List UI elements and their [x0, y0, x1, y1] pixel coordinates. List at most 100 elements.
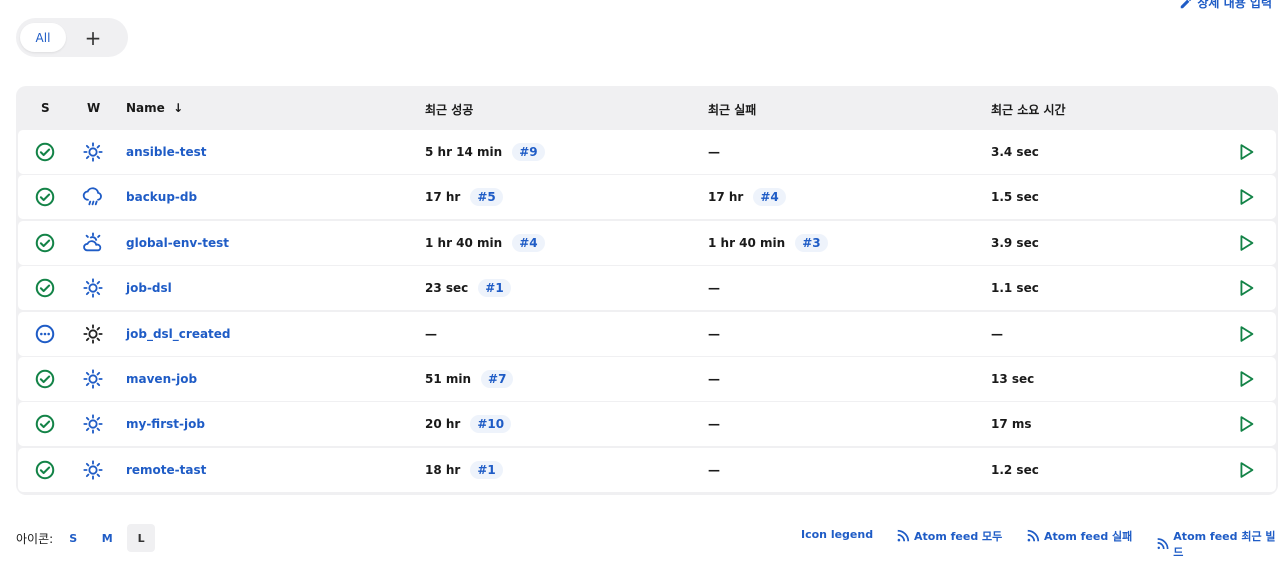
last-failure-cell: 17 hr #4 [708, 175, 786, 219]
icon-legend-link[interactable]: Icon legend [801, 528, 873, 541]
weather-sunny-icon [82, 130, 104, 174]
edit-description-label: 상세 내용 입력 [1197, 0, 1272, 10]
last-success-time: 18 hr [425, 462, 461, 477]
column-status[interactable]: S [41, 101, 50, 115]
icon-size-m[interactable]: M [93, 524, 121, 552]
edit-description-link[interactable]: 상세 내용 입력 [1179, 0, 1272, 11]
build-number-link[interactable]: #10 [470, 415, 512, 434]
weather-sunny-icon [82, 448, 104, 492]
status-not-built-icon [34, 312, 56, 356]
last-duration: 13 sec [991, 371, 1035, 386]
weather-sunny-dark-icon [82, 312, 104, 356]
last-duration: 3.4 sec [991, 145, 1039, 159]
job-name-link[interactable]: maven-job [126, 357, 197, 401]
run-build-icon[interactable] [1235, 266, 1257, 310]
column-last-failure[interactable]: 최근 실패 [708, 101, 756, 118]
job-name-link[interactable]: job_dsl_created [126, 312, 231, 356]
run-build-icon[interactable] [1235, 175, 1257, 219]
build-number-link[interactable]: #7 [481, 369, 514, 388]
atom-feed-latest-link[interactable]: Atom feed 최근 빌드 [1156, 528, 1280, 560]
build-number-link[interactable]: #3 [795, 233, 828, 252]
weather-sunny-icon [82, 402, 104, 446]
build-number-link[interactable]: #4 [753, 188, 786, 207]
build-number-link[interactable]: #1 [478, 279, 511, 298]
last-duration: — [991, 326, 1003, 341]
last-failure-time: — [708, 145, 720, 159]
build-number-link[interactable]: #1 [470, 460, 503, 479]
last-failure-cell: — [708, 312, 720, 356]
job-name-link[interactable]: backup-db [126, 175, 197, 219]
last-success-cell: 1 hr 40 min #4 [425, 221, 545, 265]
weather-partly-cloudy-icon [82, 221, 104, 265]
icon-size-label: 아이콘: [16, 531, 54, 546]
tab-all[interactable]: All [20, 23, 66, 52]
last-success-cell: 20 hr #10 [425, 402, 512, 446]
last-success-time: 1 hr 40 min [425, 235, 503, 250]
last-failure-cell: — [708, 266, 720, 310]
column-last-duration[interactable]: 최근 소요 시간 [991, 101, 1066, 118]
run-build-icon[interactable] [1235, 448, 1257, 492]
atom-feed-fail-link[interactable]: Atom feed 실패 [1026, 528, 1132, 544]
column-name[interactable]: Name ↓ [126, 101, 183, 115]
table-body: ansible-test 5 hr 14 min #9 — 3.4 sec backup-… [18, 130, 1276, 493]
build-number-link[interactable]: #9 [512, 143, 545, 161]
table-row: job-dsl 23 sec #1 — 1.1 sec [18, 266, 1276, 311]
atom-feed-latest-label: Atom feed 최근 빌드 [1173, 530, 1276, 559]
table-row: global-env-test 1 hr 40 min #4 1 hr 40 min #… [18, 220, 1276, 265]
run-build-icon[interactable] [1235, 402, 1257, 446]
last-failure-time: — [708, 371, 720, 386]
table-row: remote-tast 18 hr #1 — 1.2 sec [18, 447, 1276, 492]
last-failure-time: — [708, 326, 720, 341]
last-duration: 1.1 sec [991, 281, 1039, 296]
job-name-link[interactable]: global-env-test [126, 221, 229, 265]
last-success-cell: 23 sec #1 [425, 266, 511, 310]
add-view-button[interactable]: + [78, 23, 108, 53]
table-row: ansible-test 5 hr 14 min #9 — 3.4 sec [18, 130, 1276, 174]
run-build-icon[interactable] [1235, 130, 1257, 174]
status-success-icon [34, 266, 56, 310]
run-build-icon[interactable] [1235, 312, 1257, 356]
status-success-icon [34, 130, 56, 174]
table-header: S W Name ↓ 최근 성공 최근 실패 최근 소요 시간 [16, 86, 1278, 130]
status-success-icon [34, 402, 56, 446]
last-failure-time: — [708, 281, 720, 296]
column-name-label: Name [126, 101, 165, 115]
status-success-icon [34, 175, 56, 219]
rss-icon [1027, 529, 1040, 542]
last-failure-time: — [708, 417, 720, 432]
job-name-link[interactable]: my-first-job [126, 402, 205, 446]
table-row: my-first-job 20 hr #10 — 17 ms [18, 402, 1276, 447]
run-build-icon[interactable] [1235, 357, 1257, 401]
last-failure-cell: — [708, 402, 720, 446]
last-success-time: — [425, 326, 437, 341]
last-duration: 17 ms [991, 417, 1032, 432]
atom-feed-all-label: Atom feed 모두 [914, 530, 1003, 543]
table-row: job_dsl_created — — — [18, 311, 1276, 356]
job-name-link[interactable]: ansible-test [126, 130, 206, 174]
last-success-cell: 5 hr 14 min #9 [425, 130, 545, 174]
weather-sunny-icon [82, 357, 104, 401]
run-build-icon[interactable] [1235, 221, 1257, 265]
status-success-icon [34, 357, 56, 401]
job-name-link[interactable]: remote-tast [126, 448, 206, 492]
icon-size-l[interactable]: L [127, 524, 156, 552]
atom-feed-fail-label: Atom feed 실패 [1044, 530, 1133, 543]
atom-feed-all-link[interactable]: Atom feed 모두 [896, 528, 1002, 544]
last-success-time: 51 min [425, 371, 472, 386]
last-duration: 1.2 sec [991, 462, 1039, 477]
last-success-cell: 51 min #7 [425, 357, 514, 401]
last-success-time: 20 hr [425, 417, 461, 432]
job-name-link[interactable]: job-dsl [126, 266, 172, 310]
column-weather[interactable]: W [87, 101, 100, 115]
icon-size-s[interactable]: S [59, 524, 87, 552]
weather-rainy-icon [82, 175, 104, 219]
sort-down-icon: ↓ [173, 101, 184, 115]
table-row: backup-db 17 hr #5 17 hr #4 1.5 sec [18, 175, 1276, 220]
last-failure-cell: — [708, 357, 720, 401]
build-number-link[interactable]: #4 [512, 233, 545, 252]
last-success-cell: 17 hr #5 [425, 175, 503, 219]
status-success-icon [34, 448, 56, 492]
column-last-success[interactable]: 최근 성공 [425, 101, 473, 118]
last-success-cell: — [425, 312, 437, 356]
build-number-link[interactable]: #5 [470, 188, 503, 207]
